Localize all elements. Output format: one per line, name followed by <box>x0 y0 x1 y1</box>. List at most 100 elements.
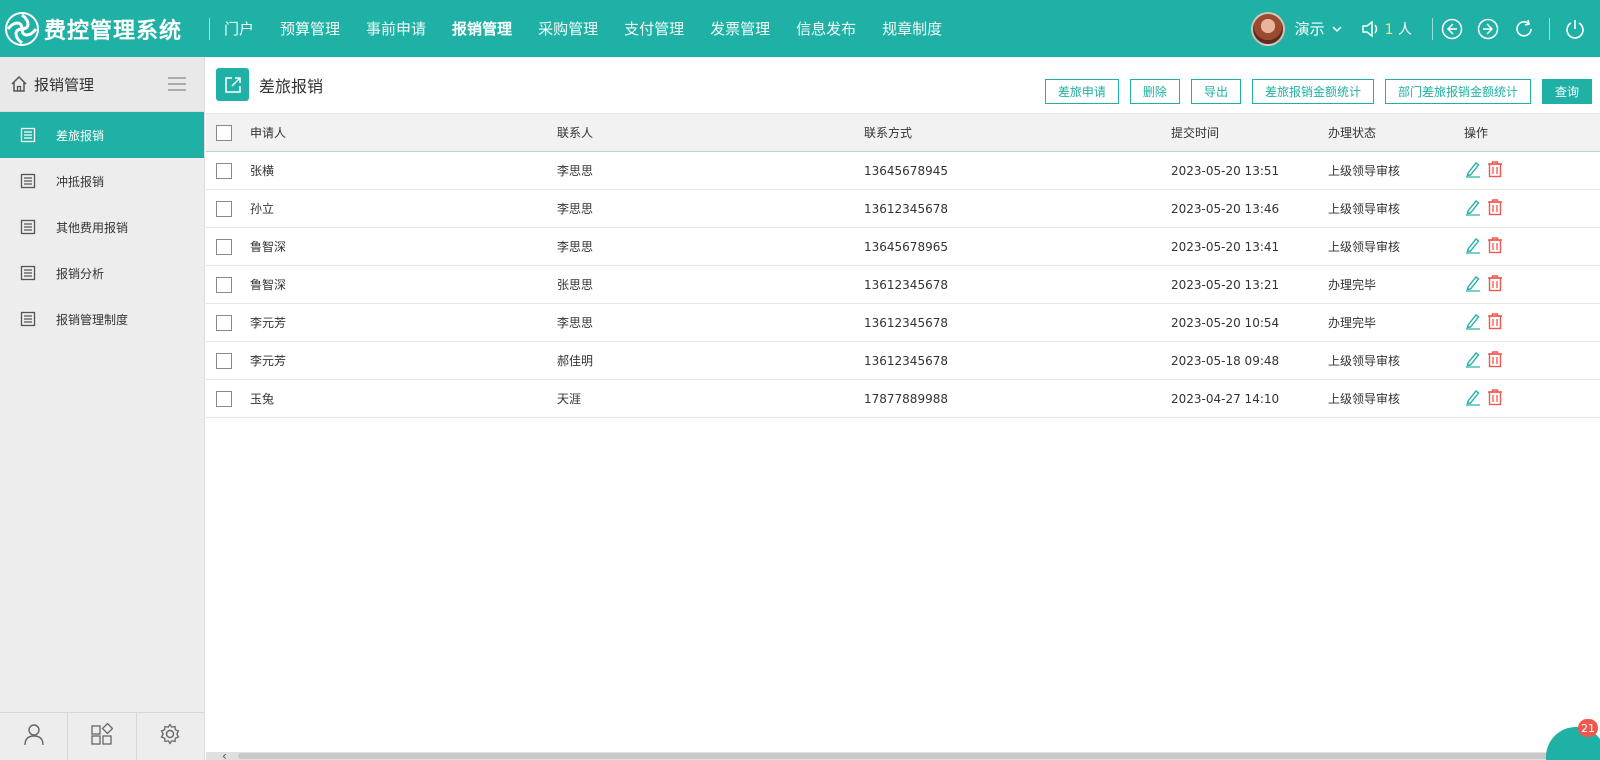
column-header-status[interactable]: 办理状态 <box>1328 114 1464 152</box>
edit-icon[interactable] <box>1464 274 1482 292</box>
column-header-actions: 操作 <box>1464 126 1489 140</box>
nav-item-portal[interactable]: 门户 <box>224 18 254 39</box>
select-all-checkbox[interactable] <box>216 124 232 141</box>
cell-contact: 李思思 <box>557 164 594 178</box>
notification-badge: 21 <box>1578 719 1598 737</box>
sidebar-item-travel-reimbursement[interactable]: 差旅报销 <box>0 112 204 158</box>
user-profile-button[interactable] <box>0 713 69 760</box>
sidebar-item-offset-reimbursement[interactable]: 冲抵报销 <box>0 158 204 204</box>
apps-button[interactable] <box>68 713 137 760</box>
delete-icon[interactable] <box>1486 350 1504 368</box>
cell-applicant: 张横 <box>250 164 275 178</box>
sidebar: 报销管理 差旅报销 冲抵报销 其他费用报销 报销分析 报销管理制度 <box>0 57 205 760</box>
delete-icon[interactable] <box>1486 312 1504 330</box>
settings-button[interactable] <box>137 713 204 760</box>
nav-item-procurement[interactable]: 采购管理 <box>538 18 598 39</box>
table-row[interactable]: 鲁智深 张思思 13612345678 2023-05-20 13:21 办理完毕 <box>206 266 1600 304</box>
scrollbar-thumb[interactable] <box>238 753 1578 759</box>
travel-amount-stats-button[interactable]: 差旅报销金额统计 <box>1251 79 1374 104</box>
table-row[interactable]: 鲁智深 李思思 13645678965 2023-05-20 13:41 上级领导审核 <box>206 228 1600 266</box>
home-icon <box>11 75 27 92</box>
apps-icon <box>91 723 113 745</box>
nav-item-budget[interactable]: 预算管理 <box>280 18 340 39</box>
table-row[interactable]: 孙立 李思思 13612345678 2023-05-20 13:46 上级领导审核 <box>206 190 1600 228</box>
cell-actions <box>1464 266 1600 304</box>
page-title: 差旅报销 <box>259 77 324 96</box>
delete-icon[interactable] <box>1486 388 1504 406</box>
cell-submit-time: 2023-04-27 14:10 <box>1171 391 1280 406</box>
scroll-left-icon[interactable]: ‹ <box>222 750 227 760</box>
edit-icon[interactable] <box>1464 350 1482 368</box>
reimbursement-table: 申请人 联系人 联系方式 提交时间 办理状态 操作 张横 李思思 136456789… <box>206 113 1600 418</box>
row-checkbox[interactable] <box>216 238 232 255</box>
edit-icon[interactable] <box>1464 388 1482 406</box>
table-row[interactable]: 玉兔 天涯 17877889988 2023-04-27 14:10 上级领导审核 <box>206 380 1600 418</box>
edit-icon[interactable] <box>1464 236 1482 254</box>
cell-contact: 李思思 <box>557 202 594 216</box>
cell-phone: 13612345678 <box>864 353 948 368</box>
user-name[interactable]: 演示 <box>1295 18 1325 39</box>
cell-phone: 13645678965 <box>864 239 948 254</box>
speaker-icon[interactable] <box>1361 19 1381 38</box>
nav-item-pre-application[interactable]: 事前申请 <box>366 18 426 39</box>
sidebar-item-label: 冲抵报销 <box>56 174 105 189</box>
delete-icon[interactable] <box>1486 236 1504 254</box>
document-icon <box>20 173 36 189</box>
menu-toggle-icon[interactable] <box>168 77 186 95</box>
nav-item-invoice[interactable]: 发票管理 <box>710 18 770 39</box>
sidebar-item-reimbursement-policy[interactable]: 报销管理制度 <box>0 296 204 342</box>
document-icon <box>20 311 36 327</box>
cell-status: 办理完毕 <box>1328 278 1377 292</box>
avatar[interactable] <box>1250 11 1285 46</box>
edit-icon[interactable] <box>1464 198 1482 216</box>
row-checkbox[interactable] <box>216 314 232 331</box>
refresh-icon[interactable] <box>1513 18 1535 40</box>
back-icon[interactable] <box>1441 18 1463 40</box>
column-header-contact[interactable]: 联系人 <box>557 114 864 152</box>
delete-icon[interactable] <box>1486 274 1504 292</box>
sidebar-item-other-expense[interactable]: 其他费用报销 <box>0 204 204 250</box>
select-all-cell <box>206 114 250 152</box>
travel-application-button[interactable]: 差旅申请 <box>1044 79 1119 104</box>
row-checkbox[interactable] <box>216 352 232 369</box>
sidebar-item-label: 报销分析 <box>56 266 105 281</box>
export-button[interactable]: 导出 <box>1190 79 1241 104</box>
nav-item-regulations[interactable]: 规章制度 <box>882 18 942 39</box>
row-checkbox[interactable] <box>216 390 232 407</box>
column-header-applicant[interactable]: 申请人 <box>250 114 557 152</box>
column-header-submit-time[interactable]: 提交时间 <box>1171 114 1328 152</box>
document-icon <box>20 127 36 143</box>
table-row[interactable]: 李元芳 郝佳明 13612345678 2023-05-18 09:48 上级领导审核 <box>206 342 1600 380</box>
row-checkbox[interactable] <box>216 162 232 179</box>
table-row[interactable]: 李元芳 李思思 13612345678 2023-05-20 10:54 办理完毕 <box>206 304 1600 342</box>
delete-icon[interactable] <box>1486 198 1504 216</box>
row-checkbox[interactable] <box>216 276 232 293</box>
sidebar-item-reimbursement-analysis[interactable]: 报销分析 <box>0 250 204 296</box>
forward-icon[interactable] <box>1477 18 1499 40</box>
document-icon <box>20 219 36 235</box>
row-checkbox[interactable] <box>216 200 232 217</box>
edit-icon[interactable] <box>1464 160 1482 178</box>
nav-item-news[interactable]: 信息发布 <box>796 18 856 39</box>
cell-phone: 13612345678 <box>864 315 948 330</box>
online-unit: 人 <box>1398 21 1412 38</box>
delete-icon[interactable] <box>1486 160 1504 178</box>
delete-button[interactable]: 删除 <box>1129 79 1180 104</box>
brand[interactable]: 费控管理系统 <box>0 0 205 57</box>
nav-item-payment[interactable]: 支付管理 <box>624 18 684 39</box>
query-button[interactable]: 查询 <box>1541 79 1592 104</box>
horizontal-scrollbar[interactable]: ‹ <box>206 750 1600 760</box>
table-row[interactable]: 张横 李思思 13645678945 2023-05-20 13:51 上级领导审核 <box>206 152 1600 190</box>
chevron-down-icon[interactable] <box>1331 23 1343 35</box>
edit-icon[interactable] <box>1464 312 1482 330</box>
cell-applicant: 鲁智深 <box>250 278 287 292</box>
nav-item-reimbursement[interactable]: 报销管理 <box>452 18 512 39</box>
cell-submit-time: 2023-05-20 13:41 <box>1171 239 1280 254</box>
department-travel-amount-stats-button[interactable]: 部门差旅报销金额统计 <box>1384 79 1531 104</box>
row-select-cell <box>206 190 250 228</box>
power-icon[interactable] <box>1564 18 1586 40</box>
cell-actions <box>1464 304 1600 342</box>
column-header-phone[interactable]: 联系方式 <box>864 114 1171 152</box>
cell-applicant: 孙立 <box>250 202 275 216</box>
sidebar-title: 报销管理 <box>34 75 95 94</box>
